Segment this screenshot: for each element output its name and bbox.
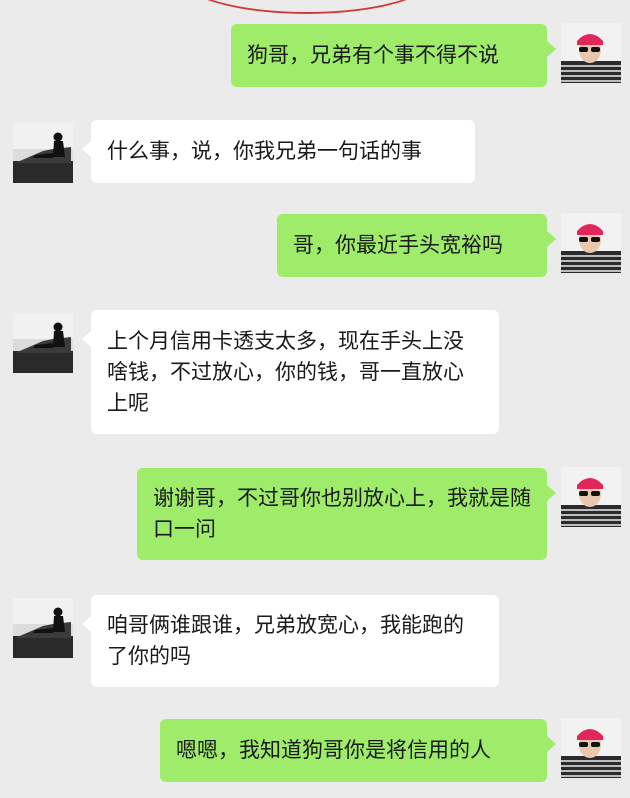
red-annotation-arc: [180, 0, 434, 14]
message-text: 上个月信用卡透支太多，现在手头上没啥钱，不过放心，你的钱，哥一直放心上呢: [107, 329, 464, 415]
friend-avatar[interactable]: [13, 598, 73, 658]
message-bubble[interactable]: 哥，你最近手头宽裕吗: [277, 214, 547, 277]
bubble-tail: [82, 141, 91, 157]
message-bubble[interactable]: 上个月信用卡透支太多，现在手头上没啥钱，不过放心，你的钱，哥一直放心上呢: [91, 310, 499, 434]
bubble-tail: [547, 736, 556, 752]
friend-avatar[interactable]: [13, 313, 73, 373]
message-bubble[interactable]: 什么事，说，你我兄弟一句话的事: [91, 120, 475, 183]
message-text: 谢谢哥，不过哥你也别放心上，我就是随口一问: [153, 486, 531, 541]
bubble-tail: [82, 331, 91, 347]
self-avatar[interactable]: [561, 23, 621, 83]
self-avatar[interactable]: [561, 467, 621, 527]
message-bubble[interactable]: 狗哥，兄弟有个事不得不说: [231, 24, 547, 87]
message-text: 什么事，说，你我兄弟一句话的事: [107, 139, 422, 163]
message-bubble[interactable]: 咱哥俩谁跟谁，兄弟放宽心，我能跑的了你的吗: [91, 595, 499, 687]
self-avatar[interactable]: [561, 213, 621, 273]
message-text: 哥，你最近手头宽裕吗: [293, 233, 503, 257]
bubble-tail: [547, 485, 556, 501]
bubble-tail: [547, 41, 556, 57]
self-avatar[interactable]: [561, 718, 621, 778]
bubble-tail: [82, 616, 91, 632]
message-text: 咱哥俩谁跟谁，兄弟放宽心，我能跑的了你的吗: [107, 613, 464, 668]
message-bubble[interactable]: 嗯嗯，我知道狗哥你是将信用的人: [160, 719, 547, 782]
message-text: 狗哥，兄弟有个事不得不说: [247, 43, 499, 67]
message-bubble[interactable]: 谢谢哥，不过哥你也别放心上，我就是随口一问: [137, 468, 547, 560]
chat-area: 狗哥，兄弟有个事不得不说 什么事，说，你我兄弟一句话的事 哥，你最近手头宽裕吗 …: [0, 0, 630, 798]
bubble-tail: [547, 231, 556, 247]
message-text: 嗯嗯，我知道狗哥你是将信用的人: [176, 738, 491, 762]
friend-avatar[interactable]: [13, 123, 73, 183]
